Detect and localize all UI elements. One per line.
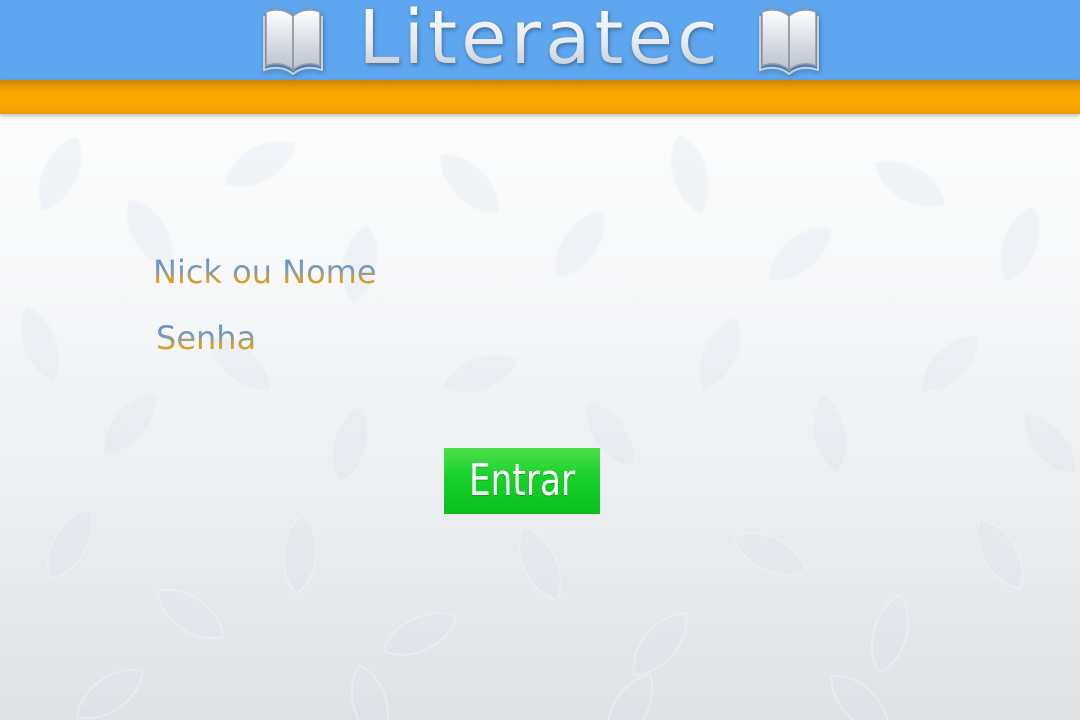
login-page: Literatec Nick ou Nome Senha Entrar xyxy=(0,0,1080,720)
leaf-background-pattern xyxy=(9,128,1080,720)
login-button-label: Entrar xyxy=(468,455,576,506)
app-title: Literatec xyxy=(340,0,740,80)
header-orange-stripe xyxy=(0,80,1080,114)
password-input[interactable] xyxy=(400,322,824,360)
login-button[interactable]: Entrar xyxy=(444,448,600,514)
open-book-icon xyxy=(759,9,819,76)
password-label: Senha xyxy=(156,319,257,357)
open-book-icon xyxy=(263,9,323,76)
nick-label: Nick ou Nome xyxy=(153,253,377,291)
nick-input[interactable] xyxy=(400,256,824,294)
